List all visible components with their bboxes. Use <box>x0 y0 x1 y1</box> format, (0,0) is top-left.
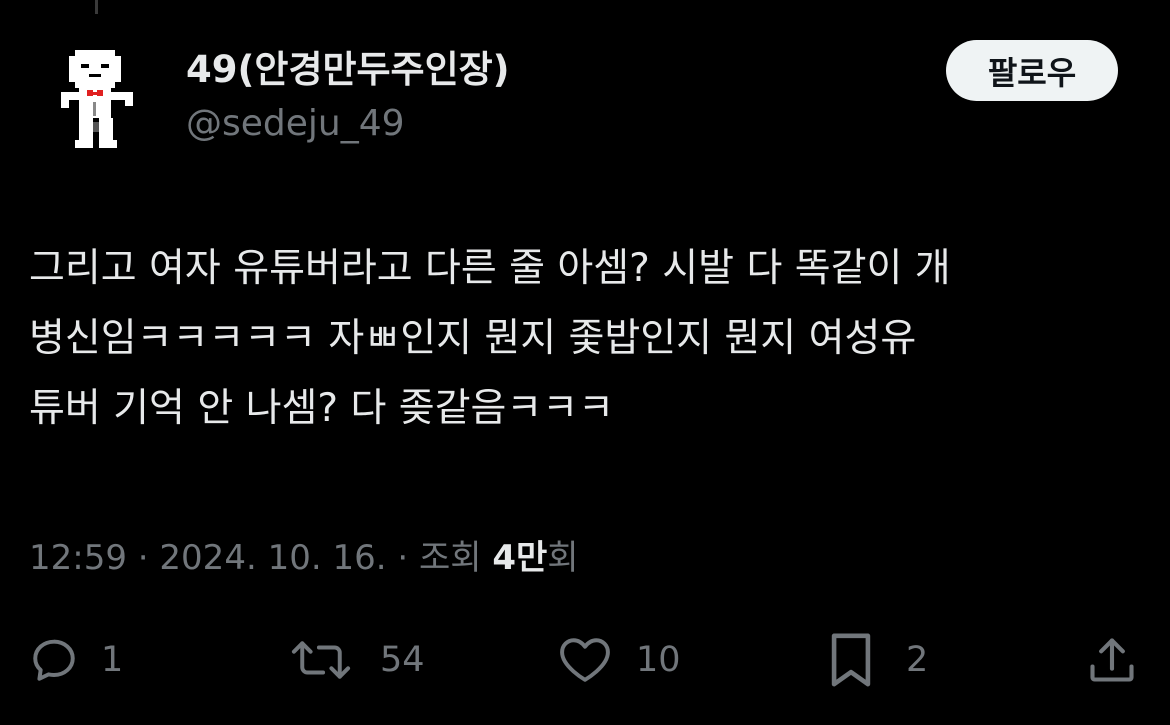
reply-count: 1 <box>101 640 124 680</box>
meta-separator: · <box>397 538 409 578</box>
views-label: 조회 <box>418 538 482 578</box>
meta-separator: · <box>137 538 149 578</box>
tweet-line: 병신임ㅋㅋㅋㅋㅋ 자ㅃ인지 뭔지 좇밥인지 뭔지 여성유 <box>29 316 917 361</box>
like-button[interactable]: 10 <box>556 632 681 688</box>
previous-thread-line <box>95 0 98 14</box>
retweet-count: 54 <box>380 640 425 680</box>
author-handle[interactable]: @sedeju_49 <box>186 101 405 147</box>
share-button[interactable] <box>1086 632 1138 688</box>
share-icon <box>1090 638 1134 682</box>
like-count: 10 <box>636 640 681 680</box>
bookmark-count: 2 <box>906 640 929 680</box>
heart-icon <box>560 638 610 682</box>
views-count: 4만 <box>492 538 548 578</box>
tweet-date[interactable]: 2024. 10. 16. <box>159 538 386 578</box>
bookmark-icon <box>831 633 871 687</box>
tweet-line: 튜버 기억 안 나셈? 다 좆같음ㅋㅋㅋ <box>29 386 615 431</box>
retweet-button[interactable]: 54 <box>288 632 425 688</box>
views-suffix: 회 <box>547 538 579 578</box>
pixel-character-avatar[interactable] <box>55 44 139 154</box>
tweet-line: 그리고 여자 유튜버라고 다른 줄 아셈? 시발 다 똑같이 개 <box>29 246 951 291</box>
reply-button[interactable]: 1 <box>29 632 123 688</box>
bookmark-button[interactable]: 2 <box>826 632 928 688</box>
author-display-name[interactable]: 49(안경만두주인장) <box>186 46 510 94</box>
tweet-meta: 12:59 · 2024. 10. 16. · 조회 4만회 <box>29 534 579 582</box>
follow-button[interactable]: 팔로우 <box>946 40 1118 101</box>
tweet-time[interactable]: 12:59 <box>29 538 127 578</box>
retweet-icon <box>291 641 351 679</box>
reply-icon <box>33 639 75 681</box>
tweet-text: 그리고 여자 유튜버라고 다른 줄 아셈? 시발 다 똑같이 개 병신임ㅋㅋㅋㅋ… <box>29 234 1139 444</box>
